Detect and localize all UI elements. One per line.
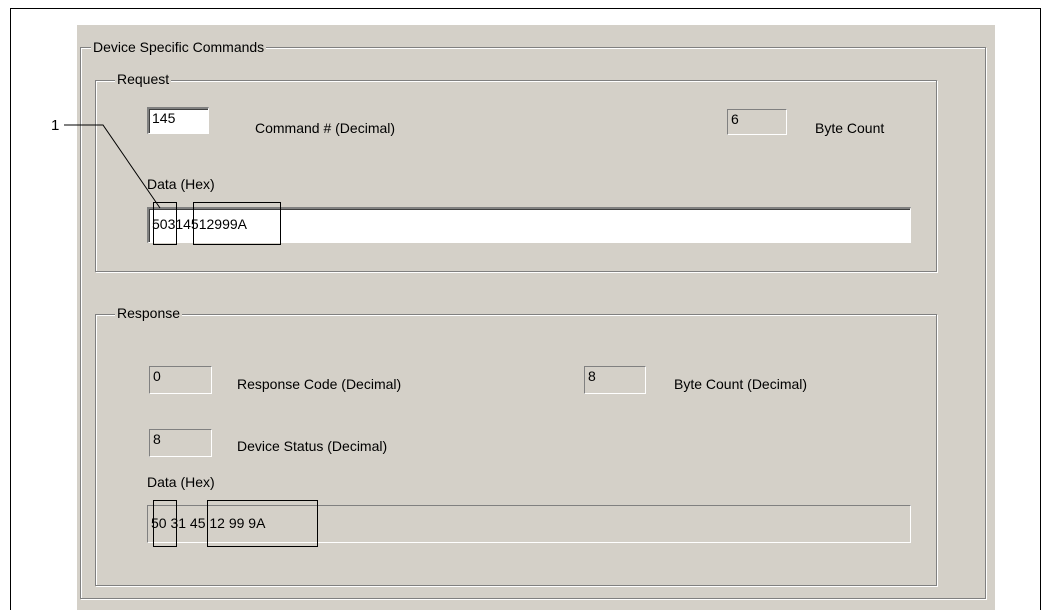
- command-number-input[interactable]: 145: [147, 107, 209, 134]
- device-specific-commands-title: Device Specific Commands: [91, 39, 267, 55]
- request-data-highlight-box: [193, 202, 281, 245]
- command-number-label: Command # (Decimal): [255, 120, 396, 136]
- response-byte-count-label: Byte Count (Decimal): [674, 376, 808, 392]
- request-data-highlight-box: [153, 202, 177, 245]
- response-data-highlight-box: [153, 500, 177, 547]
- response-byte-count-field: 8: [584, 366, 646, 394]
- response-data-label: Data (Hex): [147, 474, 215, 490]
- response-code-label: Response Code (Decimal): [237, 376, 402, 392]
- response-title: Response: [115, 305, 183, 321]
- callout-number: 1: [51, 117, 60, 134]
- request-byte-count-label: Byte Count: [815, 120, 885, 136]
- response-code-field: 0: [149, 366, 212, 394]
- device-status-label: Device Status (Decimal): [237, 438, 388, 454]
- request-title: Request: [115, 71, 172, 87]
- response-data-highlight-box: [207, 500, 318, 547]
- device-status-field: 8: [149, 429, 212, 457]
- request-data-label: Data (Hex): [147, 176, 215, 192]
- request-byte-count-field: 6: [727, 109, 787, 135]
